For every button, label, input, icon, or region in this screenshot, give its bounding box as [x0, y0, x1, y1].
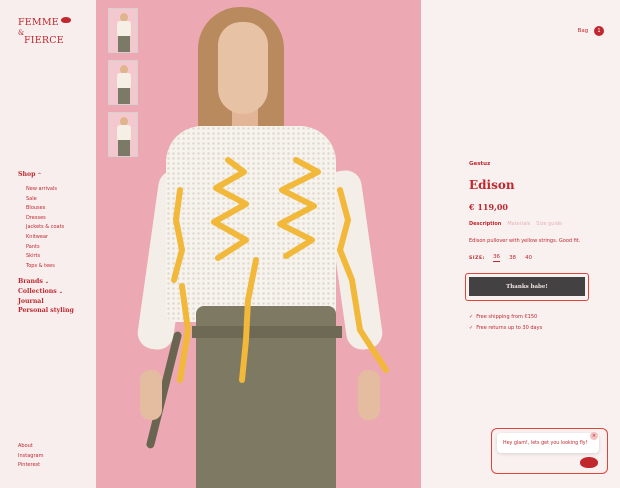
chevron-down-icon: ⌄: [44, 279, 50, 286]
thumbnail-1[interactable]: [108, 8, 138, 53]
check-icon: ✓: [469, 325, 474, 331]
perk-free-shipping: ✓ Free shipping from €150: [469, 314, 538, 320]
size-label: SIZE:: [469, 255, 486, 261]
product-brand[interactable]: Gestuz: [469, 161, 490, 167]
nav-journal[interactable]: Journal: [18, 297, 74, 307]
product-tabs: Description Materials Size guide: [469, 221, 562, 227]
size-option-38[interactable]: 38: [509, 255, 516, 261]
shop-submenu: New arrivals Sale Blouses Dresses Jacket…: [26, 185, 74, 271]
perk-free-returns: ✓ Free returns up to 30 days: [469, 325, 543, 331]
model-figure: [96, 0, 421, 488]
nav-item-tops-tees[interactable]: Tops & tees: [26, 262, 74, 272]
product-description: Edison pullover with yellow strings. Goo…: [469, 238, 581, 244]
tab-size-guide[interactable]: Size guide: [536, 221, 562, 227]
footer-link-about[interactable]: About: [18, 442, 43, 452]
tab-description[interactable]: Description: [469, 221, 501, 227]
nav-item-new-arrivals[interactable]: New arrivals: [26, 185, 74, 195]
logo-line2: FIERCE: [24, 35, 64, 46]
nav-collections[interactable]: Collections ⌄: [18, 287, 74, 297]
nav-item-blouses[interactable]: Blouses: [26, 204, 74, 214]
perks-list: ✓ Free shipping from €150 ✓ Free returns u…: [469, 312, 542, 334]
bag-count-badge: 1: [594, 26, 604, 36]
size-option-36[interactable]: 36: [493, 254, 501, 262]
check-icon: ✓: [469, 314, 474, 320]
footer-link-instagram[interactable]: Instagram: [18, 452, 43, 462]
close-icon[interactable]: ×: [590, 432, 598, 440]
add-to-bag-button[interactable]: Thanks babe!: [469, 277, 585, 296]
nav-item-knitwear[interactable]: Knitwear: [26, 233, 74, 243]
chevron-down-icon: ⌄: [58, 288, 63, 295]
chat-lips-icon[interactable]: [580, 457, 598, 468]
product-price: € 119,00: [469, 202, 508, 212]
bag-link[interactable]: Bag 1: [578, 26, 604, 36]
left-sidebar: FEMME & FIERCE Shop ^ New arrivals Sale B…: [0, 0, 96, 488]
thumbnail-strip: [108, 8, 138, 164]
footer-links: About Instagram Pinterest: [18, 442, 43, 471]
chat-bubble[interactable]: Hey glam!, lets get you looking fly!: [497, 433, 599, 453]
size-option-40[interactable]: 40: [525, 255, 532, 261]
nav-shop[interactable]: Shop ^: [18, 171, 74, 181]
nav-item-skirts[interactable]: Skirts: [26, 252, 74, 262]
main-nav: Shop ^ New arrivals Sale Blouses Dresses …: [18, 171, 74, 316]
nav-item-dresses[interactable]: Dresses: [26, 214, 74, 224]
size-selector: SIZE: 36 38 40: [469, 254, 541, 262]
chevron-up-icon: ^: [37, 172, 42, 178]
footer-link-pinterest[interactable]: Pinterest: [18, 461, 43, 471]
nav-item-pants[interactable]: Pants: [26, 243, 74, 253]
nav-brands[interactable]: Brands ⌄: [18, 277, 74, 287]
nav-item-sale[interactable]: Sale: [26, 195, 74, 205]
thumbnail-2[interactable]: [108, 60, 138, 105]
tab-materials[interactable]: Materials: [507, 221, 530, 227]
product-title: Edison: [469, 178, 515, 192]
lips-icon: [61, 17, 71, 23]
nav-personal-styling[interactable]: Personal styling: [18, 306, 74, 316]
yellow-strings: [171, 157, 389, 383]
logo-line1: FEMME: [18, 17, 59, 28]
nav-item-jackets-coats[interactable]: Jackets & coats: [26, 223, 74, 233]
bag-label: Bag: [577, 28, 589, 34]
thumbnail-3[interactable]: [108, 112, 138, 157]
product-panel: Bag 1 Gestuz Edison € 119,00 Description…: [421, 0, 620, 488]
product-photo: [96, 0, 421, 488]
brand-logo[interactable]: FEMME & FIERCE: [18, 17, 71, 46]
chat-message: Hey glam!, lets get you looking fly!: [503, 440, 588, 446]
nav-secondary: Brands ⌄ Collections ⌄ Journal Personal st…: [18, 277, 74, 315]
